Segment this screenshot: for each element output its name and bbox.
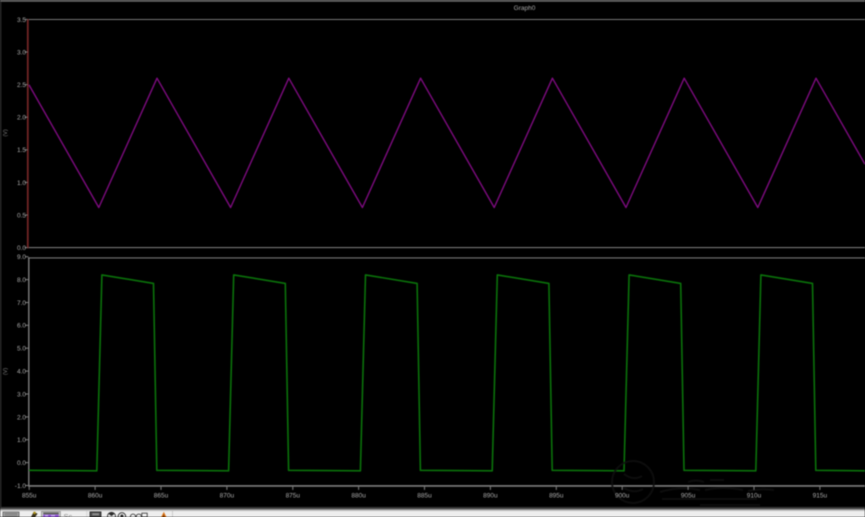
svg-text:2.5: 2.5 — [17, 82, 26, 89]
svg-text:-1.0: -1.0 — [15, 483, 27, 490]
svg-text:1.5: 1.5 — [17, 147, 26, 154]
svg-text:865u: 865u — [154, 493, 169, 500]
svg-text:4.0: 4.0 — [17, 369, 26, 376]
svg-text:3.0: 3.0 — [17, 391, 26, 398]
svg-text:Graph0: Graph0 — [514, 5, 536, 12]
svg-text:880u: 880u — [351, 493, 366, 500]
svg-text:870u: 870u — [220, 493, 235, 500]
svg-text:3.0: 3.0 — [17, 49, 26, 56]
svg-text:3.5: 3.5 — [17, 17, 26, 24]
svg-text:Sc: Sc — [64, 512, 73, 517]
svg-text:855u: 855u — [22, 493, 37, 500]
svg-text:895u: 895u — [549, 493, 564, 500]
svg-text:(V): (V) — [3, 129, 9, 137]
svg-text:0.5: 0.5 — [17, 212, 26, 219]
svg-text:875u: 875u — [286, 493, 301, 500]
svg-text:0.0: 0.0 — [17, 460, 26, 467]
svg-text:0.0: 0.0 — [17, 245, 26, 252]
svg-text:1.0: 1.0 — [17, 437, 26, 444]
svg-text:2.0: 2.0 — [17, 414, 26, 421]
svg-text:890u: 890u — [483, 493, 498, 500]
svg-text:885u: 885u — [417, 493, 432, 500]
svg-text:910u: 910u — [747, 493, 762, 500]
svg-text:8.0: 8.0 — [17, 277, 26, 284]
svg-text:905u: 905u — [681, 493, 696, 500]
svg-text:(V): (V) — [3, 368, 9, 376]
svg-text:7.0: 7.0 — [17, 300, 26, 307]
svg-text:900u: 900u — [615, 493, 630, 500]
svg-text:2.0: 2.0 — [17, 115, 26, 122]
svg-text:915u: 915u — [813, 493, 828, 500]
svg-text:860u: 860u — [88, 493, 103, 500]
svg-text:5.0: 5.0 — [17, 346, 26, 353]
svg-text:1.0: 1.0 — [17, 180, 26, 187]
svg-text:6.0: 6.0 — [17, 323, 26, 330]
svg-text:9.0: 9.0 — [17, 254, 26, 261]
